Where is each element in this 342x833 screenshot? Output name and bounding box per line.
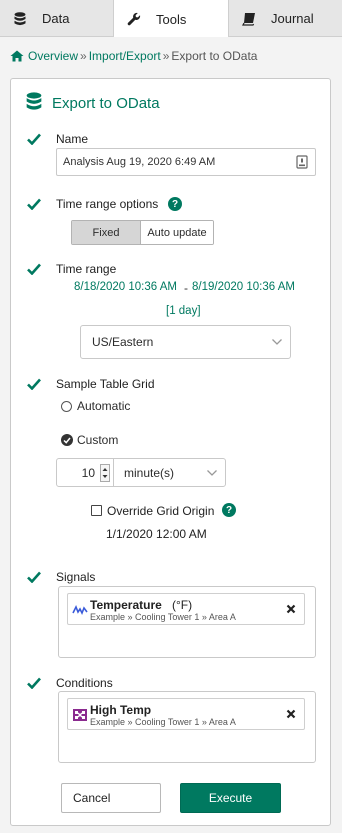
- tab-tools[interactable]: Tools: [113, 0, 229, 38]
- breadcrumb-overview-link[interactable]: Overview: [28, 49, 78, 63]
- check-icon: [27, 571, 41, 583]
- tab-data-label: Data: [42, 11, 70, 26]
- check-icon: [27, 133, 41, 145]
- chevron-down-icon: [272, 339, 282, 345]
- override-grid-origin-label: Override Grid Origin: [107, 504, 215, 518]
- breadcrumb-current: Export to OData: [171, 49, 258, 63]
- close-icon[interactable]: [286, 709, 296, 719]
- automatic-label: Automatic: [77, 399, 131, 413]
- breadcrumb-import-export-link[interactable]: Import/Export: [89, 49, 161, 63]
- signals-label: Signals: [56, 570, 96, 584]
- grid-unit-value: minute(s): [124, 465, 175, 480]
- panel-title: Export to OData: [26, 92, 160, 115]
- timezone-value: US/Eastern: [92, 335, 154, 349]
- name-input[interactable]: [56, 148, 316, 176]
- signal-trend-icon: [72, 605, 88, 615]
- timezone-select[interactable]: US/Eastern: [80, 325, 291, 359]
- grid-origin-value: 1/1/2020 12:00 AM: [106, 527, 207, 541]
- signal-item[interactable]: Temperature (°F) Example » Cooling Tower…: [67, 593, 305, 625]
- tab-journal[interactable]: Journal: [229, 0, 342, 37]
- text-field-icon: [296, 155, 308, 169]
- help-icon[interactable]: ?: [222, 503, 236, 517]
- cancel-button[interactable]: Cancel: [61, 783, 161, 813]
- override-grid-origin-checkbox[interactable]: [91, 505, 102, 516]
- fixed-button[interactable]: Fixed: [72, 221, 141, 244]
- check-icon: [27, 263, 41, 275]
- name-label: Name: [56, 132, 89, 146]
- condition-path: Example » Cooling Tower 1 » Area A: [90, 717, 236, 727]
- tab-tools-label: Tools: [156, 11, 187, 27]
- check-icon: [27, 378, 41, 390]
- custom-radio[interactable]: [61, 434, 73, 446]
- tab-bar: Data Tools Journal: [0, 0, 342, 38]
- auto-update-button[interactable]: Auto update: [141, 221, 213, 244]
- automatic-radio[interactable]: [61, 401, 72, 412]
- database-icon: [12, 11, 28, 27]
- home-icon[interactable]: [10, 50, 24, 62]
- time-range-label: Time range: [56, 262, 117, 276]
- stepper-arrows-icon: [102, 468, 108, 478]
- tab-data[interactable]: Data: [0, 0, 113, 37]
- time-range-duration[interactable]: [1 day]: [166, 305, 201, 317]
- time-range-end[interactable]: 8/19/2020 10:36 AM: [192, 281, 295, 293]
- grid-quantity-value: 10: [81, 466, 95, 480]
- close-icon[interactable]: [286, 604, 296, 614]
- time-range-mode-toggle: Fixed Auto update: [71, 220, 214, 245]
- chevron-down-icon: [207, 470, 217, 476]
- breadcrumb-separator: »: [80, 49, 87, 63]
- tab-journal-label: Journal: [271, 11, 314, 26]
- condition-item[interactable]: High Temp Example » Cooling Tower 1 » Ar…: [67, 698, 305, 730]
- time-range-start[interactable]: 8/18/2020 10:36 AM: [74, 281, 177, 293]
- check-icon: [27, 677, 41, 689]
- conditions-label: Conditions: [56, 676, 113, 690]
- book-icon: [241, 11, 257, 27]
- database-icon: [26, 92, 42, 115]
- signal-name: Temperature: [90, 598, 162, 612]
- time-range-options-label: Time range options: [56, 197, 159, 211]
- help-icon[interactable]: ?: [168, 197, 182, 211]
- signal-unit: (°F): [172, 598, 193, 612]
- condition-icon: [73, 709, 87, 721]
- stepper-arrows[interactable]: [100, 464, 110, 482]
- execute-button[interactable]: Execute: [180, 783, 281, 813]
- breadcrumb-separator: »: [162, 49, 170, 63]
- grid-quantity-stepper[interactable]: 10: [56, 458, 114, 487]
- wrench-icon: [126, 11, 142, 27]
- check-icon: [63, 437, 71, 444]
- time-range-separator: -: [184, 281, 188, 295]
- signal-path: Example » Cooling Tower 1 » Area A: [90, 612, 236, 622]
- panel-title-text: Export to OData: [52, 95, 160, 112]
- check-icon: [27, 198, 41, 210]
- breadcrumb: Overview » Import/Export » Export to ODa…: [10, 49, 257, 63]
- custom-label: Custom: [77, 433, 119, 447]
- sample-table-grid-label: Sample Table Grid: [56, 377, 155, 391]
- condition-name: High Temp: [90, 703, 152, 717]
